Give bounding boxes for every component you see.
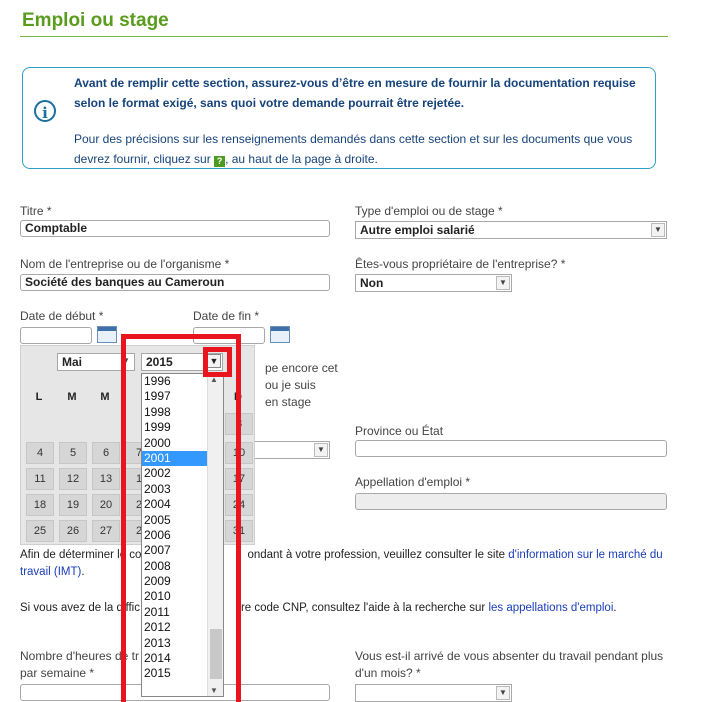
date-debut-input[interactable] bbox=[20, 327, 92, 344]
calendar-day[interactable]: 27 bbox=[92, 520, 120, 542]
proprietaire-label: Êtes-vous propriétaire de l'entreprise? … bbox=[355, 257, 566, 271]
day-header: M bbox=[100, 391, 110, 403]
calendar-day[interactable]: 20 bbox=[92, 494, 120, 516]
province-label: Province ou État bbox=[355, 424, 444, 438]
appellation-label: Appellation d'emploi * bbox=[355, 475, 471, 489]
appellations-link[interactable]: les appellations d'emploi bbox=[488, 602, 613, 614]
calendar-day[interactable]: 19 bbox=[59, 494, 87, 516]
entreprise-input[interactable]: Société des banques au Cameroun bbox=[20, 274, 330, 291]
notice-help-text: Pour des précisions sur les renseignemen… bbox=[74, 132, 633, 167]
calendar-day[interactable]: 26 bbox=[59, 520, 87, 542]
type-emploi-label: Type d'emploi ou de stage * bbox=[355, 204, 503, 218]
highlight-box-list bbox=[121, 334, 241, 702]
calendar-day[interactable]: 12 bbox=[59, 468, 87, 490]
type-emploi-select[interactable]: Autre emploi salarié ▼ bbox=[355, 221, 667, 239]
occupe-text: pe encore cet ou je suis en stage bbox=[265, 361, 338, 409]
absence-label: Vous est-il arrivé de vous absenter du t… bbox=[355, 649, 664, 680]
calendar-day[interactable]: 11 bbox=[26, 468, 54, 490]
date-debut-label: Date de début * bbox=[20, 309, 104, 323]
info-icon: i bbox=[34, 100, 56, 122]
title-divider bbox=[20, 36, 668, 37]
chevron-down-icon: ▼ bbox=[496, 686, 510, 700]
day-header: L bbox=[35, 391, 43, 403]
calendar-day[interactable]: 18 bbox=[26, 494, 54, 516]
help-icon: ? bbox=[214, 156, 226, 167]
calendar-icon[interactable] bbox=[97, 326, 117, 343]
titre-label: Titre * bbox=[20, 204, 52, 218]
calendar-day[interactable]: 13 bbox=[92, 468, 120, 490]
day-header: M bbox=[67, 391, 77, 403]
chevron-down-icon: ▼ bbox=[314, 443, 328, 457]
calendar-day[interactable]: 25 bbox=[26, 520, 54, 542]
entreprise-label: Nom de l'entreprise ou de l'organisme * bbox=[20, 257, 230, 271]
proprietaire-select[interactable]: Non ▼ bbox=[355, 274, 512, 292]
page-title: Emploi ou stage bbox=[22, 10, 169, 31]
date-fin-label: Date de fin * bbox=[193, 309, 260, 323]
imt-link-cont[interactable]: travail (IMT) bbox=[20, 566, 81, 578]
calendar-icon[interactable] bbox=[270, 326, 290, 343]
appellation-input[interactable] bbox=[355, 493, 667, 510]
imt-link[interactable]: d'information sur le marché du bbox=[508, 549, 662, 561]
calendar-day[interactable]: 6 bbox=[92, 442, 120, 464]
province-input[interactable] bbox=[355, 440, 667, 457]
notice-warning: Avant de remplir cette section, assurez-… bbox=[74, 76, 636, 110]
titre-input[interactable]: Comptable bbox=[20, 220, 330, 237]
chevron-down-icon: ▼ bbox=[496, 276, 510, 290]
chevron-down-icon: ▼ bbox=[651, 223, 665, 237]
calendar-day[interactable]: 5 bbox=[59, 442, 87, 464]
absence-select[interactable]: ▼ bbox=[355, 684, 512, 702]
calendar-day[interactable]: 4 bbox=[26, 442, 54, 464]
